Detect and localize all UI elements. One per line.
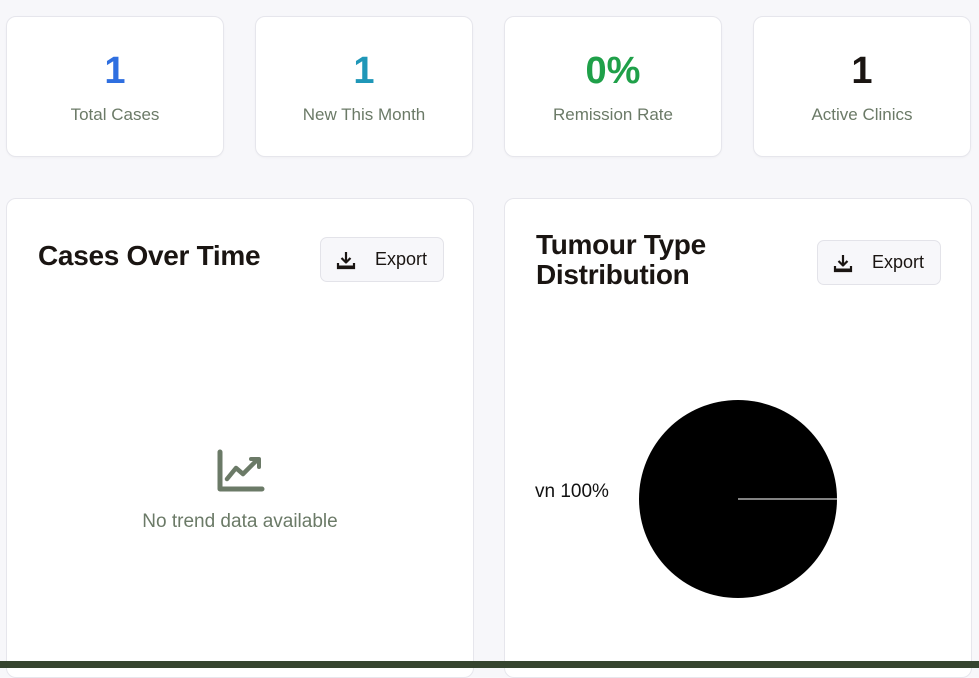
stat-card-remission-rate: 0% Remission Rate — [504, 16, 722, 157]
cases-export-button[interactable]: Export — [320, 237, 444, 282]
stat-value-remission-rate: 0% — [585, 50, 641, 92]
tumour-export-button[interactable]: Export — [817, 240, 941, 285]
cases-export-label: Export — [375, 249, 428, 269]
stat-value-new-this-month: 1 — [353, 50, 375, 92]
download-icon — [336, 250, 356, 270]
tumour-distribution-panel: Tumour Type Distribution Export vn 100% — [504, 198, 972, 678]
bottom-bar — [0, 661, 979, 668]
stat-card-total-cases: 1 Total Cases — [6, 16, 224, 157]
download-icon — [833, 253, 853, 273]
stat-card-active-clinics: 1 Active Clinics — [753, 16, 971, 157]
stat-label-active-clinics: Active Clinics — [811, 105, 913, 124]
pie-slice-label: vn 100% — [535, 481, 609, 502]
tumour-title-line2: Distribution — [536, 259, 690, 290]
line-chart-icon — [216, 449, 266, 493]
cases-over-time-panel: Cases Over Time Export No trend data ava… — [6, 198, 474, 678]
tumour-title-line1: Tumour Type — [536, 229, 706, 260]
cases-over-time-title: Cases Over Time — [38, 240, 261, 271]
stat-card-new-this-month: 1 New This Month — [255, 16, 473, 157]
tumour-export-label: Export — [872, 252, 925, 272]
stat-label-remission-rate: Remission Rate — [553, 105, 673, 124]
tumour-distribution-title: Tumour Type Distribution — [536, 230, 706, 290]
empty-state-text: No trend data available — [142, 511, 338, 532]
stat-label-new-this-month: New This Month — [302, 105, 426, 124]
stat-value-total-cases: 1 — [104, 50, 126, 92]
stat-label-total-cases: Total Cases — [70, 105, 160, 124]
tumour-pie-chart — [639, 400, 837, 598]
stat-value-active-clinics: 1 — [851, 50, 873, 92]
